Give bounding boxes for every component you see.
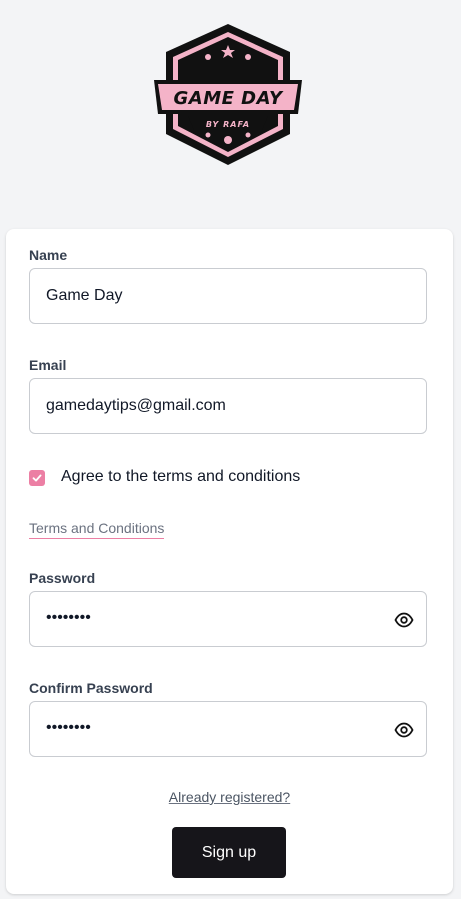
game-day-logo: GAME DAY BY RAFA	[152, 22, 304, 168]
agree-checkbox[interactable]	[29, 470, 45, 486]
terms-and-conditions-link[interactable]: Terms and Conditions	[29, 520, 165, 539]
logo-title: GAME DAY	[173, 88, 283, 109]
already-registered-wrapper: Already registered?	[6, 789, 453, 805]
eye-icon[interactable]	[394, 611, 414, 629]
password-label: Password	[29, 570, 96, 586]
confirm-password-input[interactable]: ••••••••	[29, 701, 427, 757]
agree-checkbox-label[interactable]: Agree to the terms and conditions	[61, 468, 300, 486]
password-input-value: ••••••••	[46, 609, 91, 626]
name-input-value: Game Day	[46, 287, 123, 304]
sign-up-button[interactable]: Sign up	[172, 827, 286, 878]
logo-subtitle: BY RAFA	[206, 120, 250, 129]
confirm-password-input-value: ••••••••	[46, 719, 91, 736]
already-registered-link[interactable]: Already registered?	[169, 789, 290, 805]
signup-page: GAME DAY BY RAFA Name Game Day Email gam…	[0, 0, 461, 899]
password-input[interactable]: ••••••••	[29, 591, 427, 647]
name-input[interactable]: Game Day	[29, 268, 427, 324]
email-label: Email	[29, 357, 67, 373]
name-label: Name	[29, 247, 68, 263]
email-input-value: gamedaytips@gmail.com	[46, 397, 226, 414]
email-input[interactable]: gamedaytips@gmail.com	[29, 378, 427, 434]
check-icon	[32, 474, 42, 482]
confirm-password-label: Confirm Password	[29, 680, 153, 696]
eye-icon[interactable]	[394, 721, 414, 739]
signup-form-card: Name Game Day Email gamedaytips@gmail.co…	[6, 229, 453, 894]
